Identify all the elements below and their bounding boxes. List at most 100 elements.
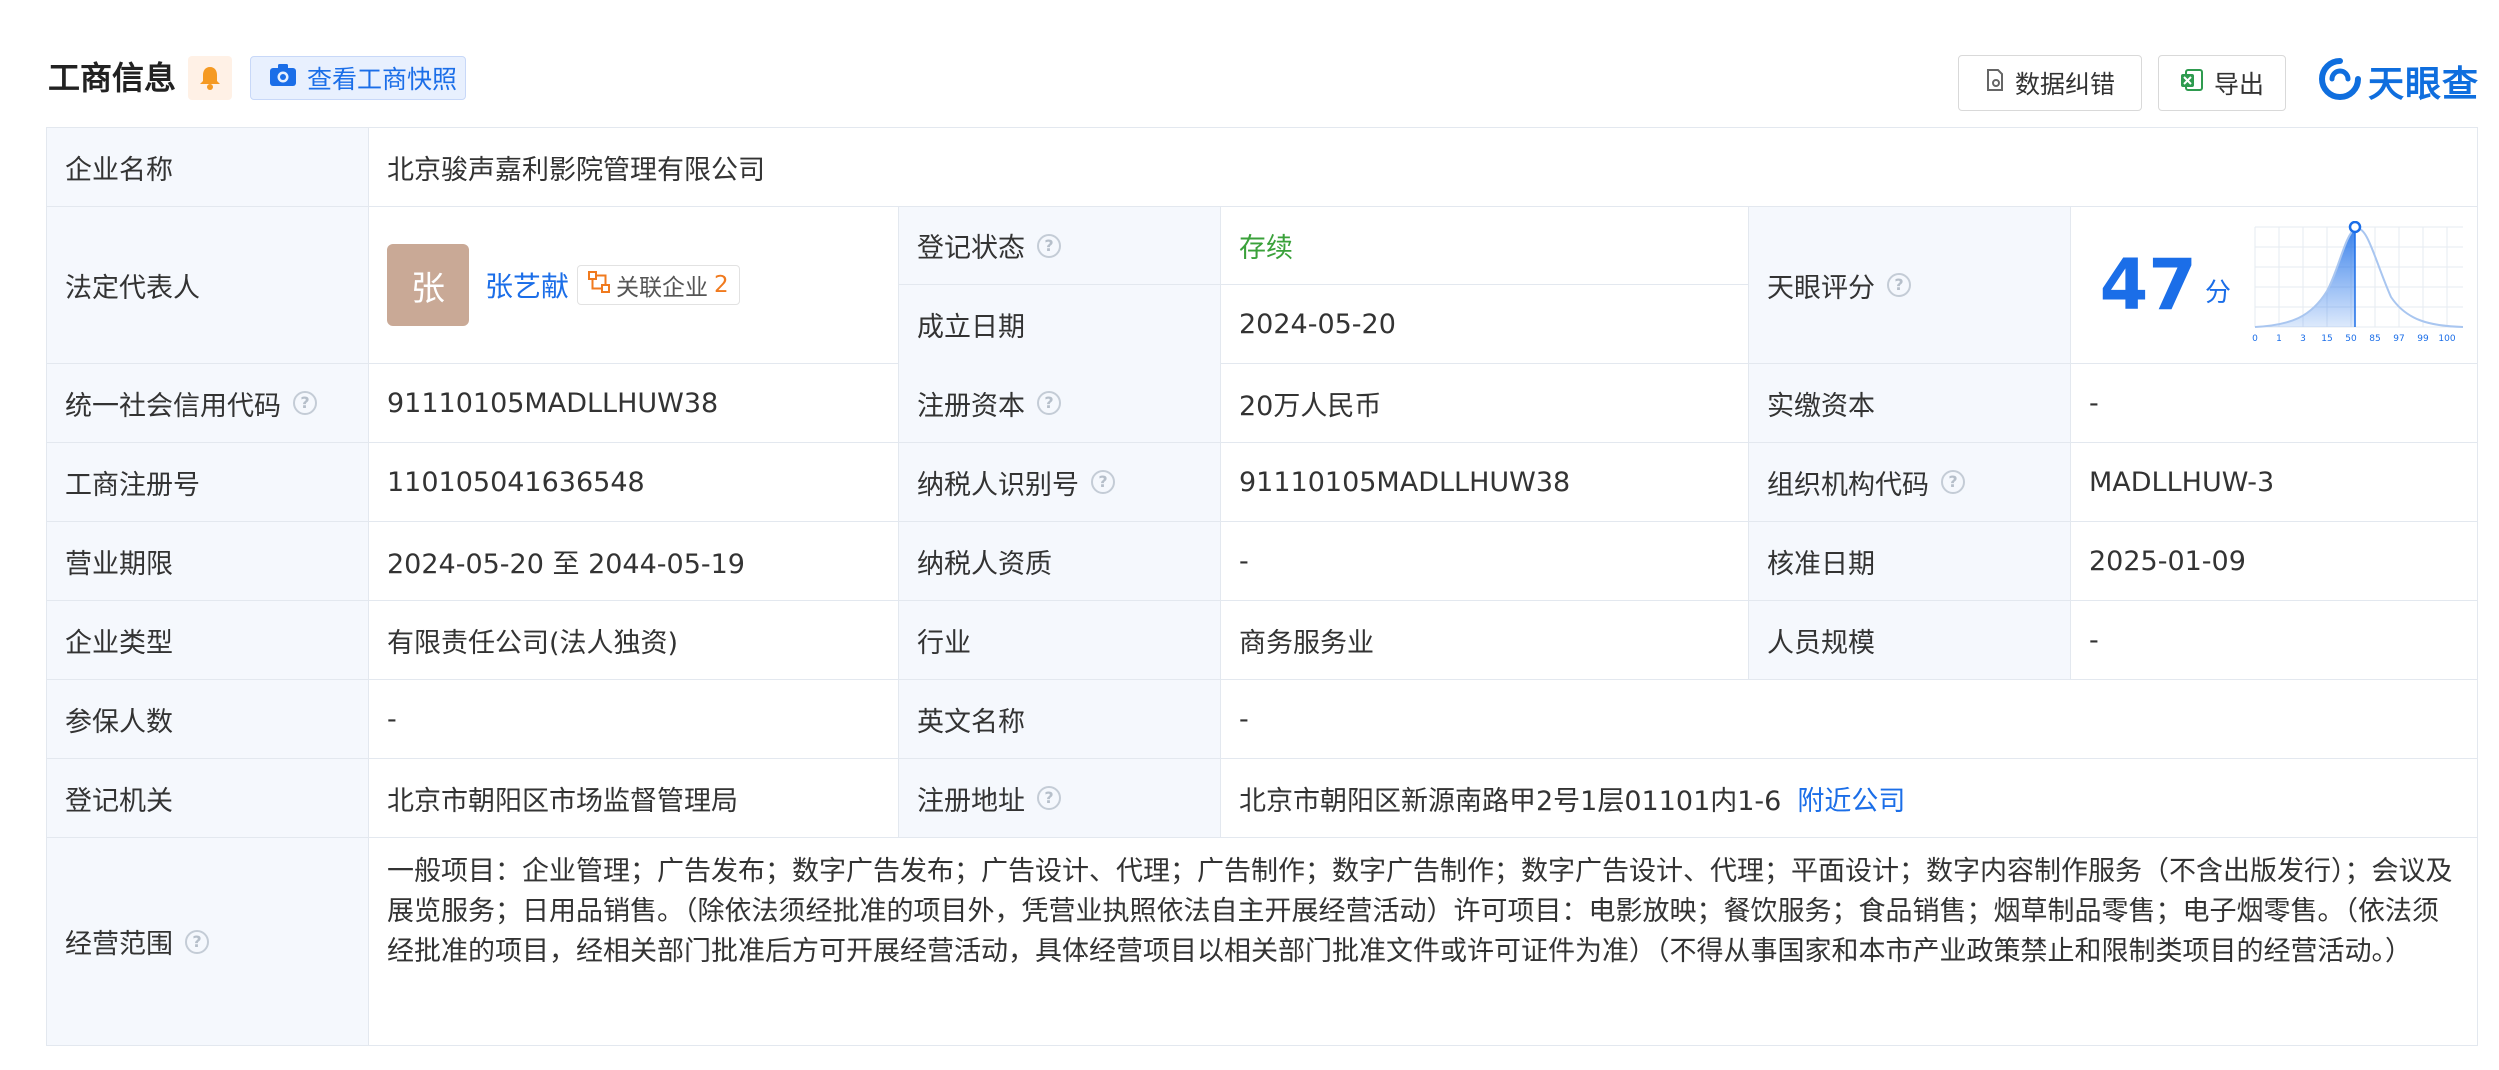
score-value: 47	[2099, 244, 2197, 326]
field-value: MADLLHUW-3	[2071, 443, 2477, 521]
data-correction-label: 数据纠错	[2014, 70, 2115, 99]
label-score-cell: 天眼评分 ?	[1749, 207, 2071, 363]
field-label-cell: 企业类型	[47, 601, 369, 679]
score-tick-label: 100	[2438, 334, 2455, 344]
field-label-cell: 工商注册号	[47, 443, 369, 521]
field-label: 组织机构代码	[1767, 469, 1929, 501]
logo-text: 天眼查	[2368, 64, 2480, 105]
field-value-text: 有限责任公司(法人独资)	[387, 627, 679, 659]
field-label: 纳税人识别号	[917, 469, 1079, 501]
field-label-cell: 实缴资本	[1749, 364, 2071, 442]
field-value: 商务服务业	[1221, 601, 1749, 679]
legal-rep-name-link[interactable]: 张艺献	[485, 265, 569, 305]
camera-icon	[269, 63, 297, 93]
score-tick-label: 97	[2393, 334, 2404, 344]
related-companies-label: 关联企业	[616, 275, 709, 301]
score-distribution-chart: 0 1 3 15 50 85 97 99 100	[2252, 221, 2464, 344]
help-icon[interactable]: ?	[185, 929, 209, 954]
help-icon[interactable]: ?	[293, 391, 317, 415]
field-label-cell: 纳税人资质	[899, 522, 1221, 600]
score-tick-label: 99	[2417, 334, 2429, 344]
label-reg-status-cell: 登记状态 ?	[899, 207, 1221, 285]
view-snapshot-label: 查看工商快照	[307, 65, 458, 94]
label-authority: 登记机关	[47, 759, 369, 837]
field-label: 企业类型	[65, 627, 173, 659]
field-label-cell: 人员规模	[1749, 601, 2071, 679]
field-value-text: 2024-05-20 至 2044-05-19	[387, 548, 745, 580]
field-value: 有限责任公司(法人独资)	[369, 601, 899, 679]
score-tick-label: 0	[2252, 334, 2258, 344]
help-icon[interactable]: ?	[1941, 470, 1965, 494]
help-icon[interactable]: ?	[1887, 273, 1911, 297]
field-value: 20万人民币	[1221, 364, 1749, 442]
score-unit: 分	[2204, 278, 2231, 308]
field-value-text: MADLLHUW-3	[2089, 466, 2275, 498]
scope-value: 一般项目：企业管理；广告发布；数字广告发布；广告设计、代理；广告制作；数字广告制…	[387, 856, 2453, 967]
table-row: 企业类型 有限责任公司(法人独资) 行业 商务服务业 人员规模 -	[47, 601, 2477, 680]
help-icon[interactable]: ?	[1037, 391, 1061, 415]
business-info-table: 企业名称 北京骏声嘉利影院管理有限公司 法定代表人 张 张艺献 关联企业 2 登…	[46, 127, 2478, 1046]
field-value-text: 20万人民币	[1239, 390, 1382, 422]
field-value: -	[1221, 522, 1749, 600]
table-row: 统一社会信用代码? 91110105MADLLHUW38 注册资本? 20万人民币 实缴…	[47, 364, 2477, 443]
field-value: 2024-05-20 至 2044-05-19	[369, 522, 899, 600]
field-label: 营业期限	[65, 548, 173, 580]
nearby-companies-link[interactable]: 附近公司	[1797, 779, 1905, 818]
related-companies-tag[interactable]: 关联企业 2	[577, 265, 740, 305]
field-label-cell: 注册资本?	[899, 364, 1221, 442]
field-value-text: 商务服务业	[1239, 627, 1374, 659]
data-correction-button[interactable]: 数据纠错	[1958, 55, 2142, 111]
field-value-text: 2025-01-09	[2089, 545, 2246, 577]
field-value: 91110105MADLLHUW38	[1221, 443, 1749, 521]
company-name-value: 北京骏声嘉利影院管理有限公司	[387, 154, 765, 186]
view-snapshot-button[interactable]: 查看工商快照	[250, 56, 466, 100]
export-button[interactable]: 导出	[2158, 55, 2286, 111]
field-label: 纳税人资质	[917, 548, 1052, 580]
related-companies-count: 2	[714, 272, 729, 298]
tianyancha-logo: 天眼查	[2318, 56, 2479, 106]
table-row: 登记机关 北京市朝阳区市场监督管理局 注册地址 ? 北京市朝阳区新源南路甲2号1…	[47, 759, 2477, 838]
help-icon[interactable]: ?	[1037, 233, 1061, 258]
field-label-cell: 组织机构代码?	[1749, 443, 2071, 521]
field-value-text: 91110105MADLLHUW38	[387, 387, 719, 419]
label-founded: 成立日期	[899, 285, 1221, 364]
address-cell: 北京市朝阳区新源南路甲2号1层01101内1-6 附近公司	[1221, 759, 2477, 837]
insured-value: -	[369, 680, 899, 758]
score-tick-label: 50	[2345, 334, 2357, 344]
bell-icon[interactable]	[188, 56, 232, 100]
field-value-text: -	[1239, 545, 1249, 577]
label-address: 注册地址	[917, 785, 1025, 817]
field-label: 注册资本	[917, 390, 1025, 422]
label-address-cell: 注册地址 ?	[899, 759, 1221, 837]
label-scope-cell: 经营范围 ?	[47, 838, 369, 1045]
table-row: 企业名称 北京骏声嘉利影院管理有限公司	[47, 128, 2477, 207]
label-english-name: 英文名称	[899, 680, 1221, 758]
document-edit-icon	[1985, 68, 2005, 98]
section-title: 工商信息	[48, 59, 177, 97]
help-icon[interactable]: ?	[1091, 470, 1115, 494]
field-value-text: -	[2089, 624, 2099, 656]
field-value: -	[2071, 601, 2477, 679]
score-cell[interactable]: 47 分 0 1 3 15 50 85 97 99 100	[2071, 207, 2477, 363]
field-label-cell: 行业	[899, 601, 1221, 679]
field-label: 统一社会信用代码	[65, 390, 281, 422]
score-tick-label: 3	[2300, 334, 2306, 344]
table-row: 工商注册号 110105041636548 纳税人识别号? 91110105MADLL…	[47, 443, 2477, 522]
field-label: 行业	[917, 627, 971, 659]
english-name-value: -	[1239, 703, 1249, 735]
label-company-name: 企业名称	[47, 128, 369, 206]
network-icon	[588, 271, 611, 299]
help-icon[interactable]: ?	[1037, 786, 1061, 810]
field-label: 人员规模	[1767, 627, 1875, 659]
field-value: 2025-01-09	[2071, 522, 2477, 600]
logo-mark-icon	[2318, 57, 2362, 105]
field-label-cell: 核准日期	[1749, 522, 2071, 600]
field-label-cell: 纳税人识别号?	[899, 443, 1221, 521]
field-label: 工商注册号	[65, 469, 200, 501]
avatar[interactable]: 张	[387, 244, 469, 326]
label-scope: 经营范围	[65, 929, 173, 960]
field-value: -	[2071, 364, 2477, 442]
label-score: 天眼评分	[1767, 272, 1875, 304]
label-reg-status: 登记状态	[917, 233, 1025, 264]
legal-rep-cell: 张 张艺献 关联企业 2	[369, 207, 899, 363]
